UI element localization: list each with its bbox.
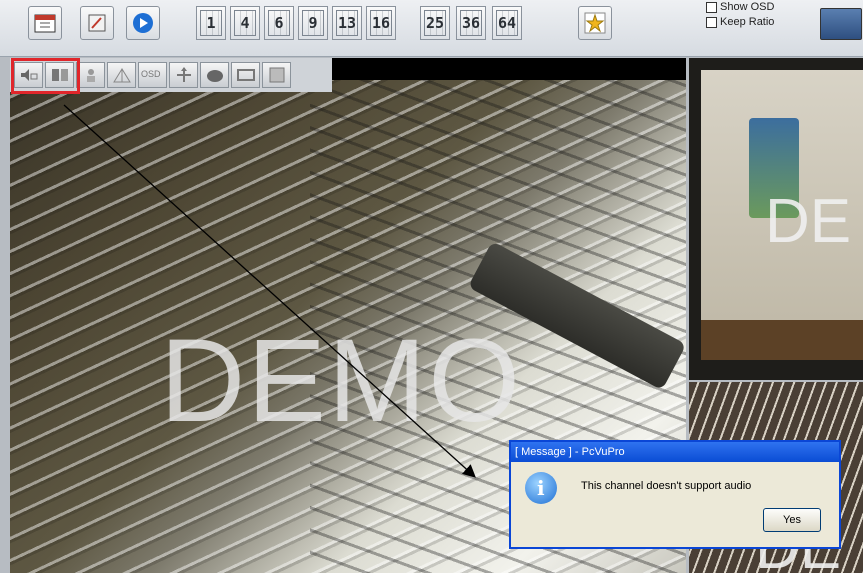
split-4-button[interactable]: 4 [230,6,260,40]
display-button[interactable] [231,62,260,88]
play-icon [133,13,153,33]
settings-icon [269,67,285,83]
split-25-button[interactable]: 25 [420,6,450,40]
play-button[interactable] [126,6,160,40]
show-osd-option[interactable]: Show OSD [706,0,774,15]
split-16-button[interactable]: 16 [366,6,396,40]
display-icon [237,69,255,81]
settings-button[interactable] [262,62,291,88]
dialog-title: [ Message ] - PcVuPro [511,442,839,462]
talk-button[interactable] [200,62,229,88]
record-button[interactable] [76,62,105,88]
favorite-button[interactable] [578,6,612,40]
split-9-button[interactable]: 9 [298,6,328,40]
record-icon [87,69,95,82]
demo-watermark: DEMO [160,315,522,447]
monitor-icon[interactable] [820,8,862,40]
split-6-button[interactable]: 6 [264,6,294,40]
split-36-button[interactable]: 36 [456,6,486,40]
snapshot-icon [113,68,131,83]
calendar-button[interactable] [28,6,62,40]
star-icon [584,12,606,34]
channel-toolbar-filler [332,58,686,80]
split-1-button[interactable]: 1 [196,6,226,40]
keep-ratio-option[interactable]: Keep Ratio [706,15,774,30]
zoom-icon [177,67,191,82]
zoom-button[interactable] [169,62,198,88]
keep-ratio-checkbox[interactable] [706,17,717,28]
split-64-button[interactable]: 64 [492,6,522,40]
talk-icon [207,70,223,82]
show-osd-checkbox[interactable] [706,2,717,13]
tools-icon [88,14,106,32]
demo-watermark-r1: DE [765,187,852,256]
dialog-message: This channel doesn't support audio [581,480,752,492]
channel-2-video[interactable]: DE [689,58,863,380]
osd-icon: OSD [141,69,161,79]
calendar-icon [34,14,56,33]
audio-ptz-highlight [11,58,80,94]
snapshot-button[interactable] [107,62,136,88]
split-13-button[interactable]: 13 [332,6,362,40]
tools-button[interactable] [80,6,114,40]
top-toolbar: 1 4 6 9 13 16 25 36 64 Show OSD Keep Rat… [0,0,863,57]
info-icon [525,472,557,504]
display-options: Show OSD Keep Ratio [706,0,774,30]
message-dialog: [ Message ] - PcVuPro This channel doesn… [509,440,841,549]
osd-button[interactable]: OSD [138,62,167,88]
yes-button[interactable]: Yes [763,508,821,532]
